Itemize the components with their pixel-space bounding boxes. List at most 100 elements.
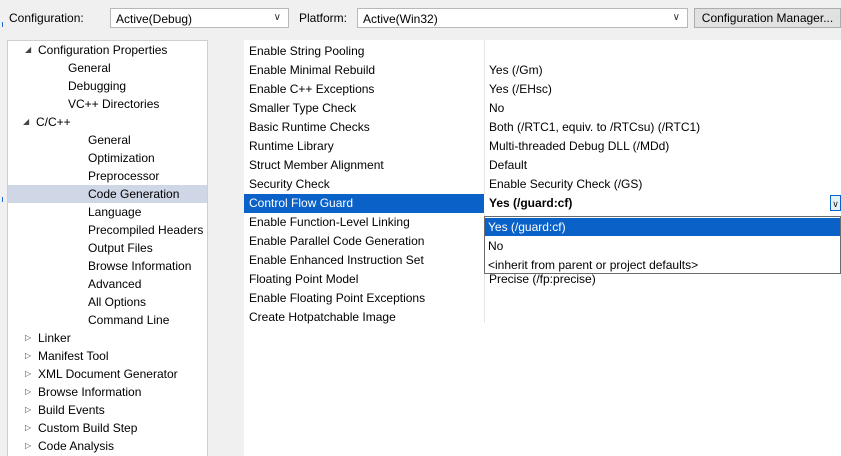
configuration-label: Configuration: xyxy=(9,11,84,25)
tree-item[interactable]: Output Files xyxy=(8,239,207,257)
platform-combo[interactable]: Active(Win32) ∨ xyxy=(357,8,688,28)
property-row[interactable]: Smaller Type Check No xyxy=(244,99,841,118)
property-value: Yes (/guard:cf) xyxy=(489,196,573,210)
chevron-down-icon[interactable]: ∨ xyxy=(830,195,841,211)
tree-item[interactable]: Code Generation xyxy=(8,185,207,203)
dropdown-option[interactable]: <inherit from parent or project defaults… xyxy=(485,256,840,274)
dropdown-option[interactable]: Yes (/guard:cf) xyxy=(485,218,840,236)
platform-value: Active(Win32) xyxy=(363,12,438,26)
property-name: Struct Member Alignment xyxy=(249,158,384,172)
property-row[interactable]: Basic Runtime Checks Both (/RTC1, equiv. … xyxy=(244,118,841,137)
dropdown-option[interactable]: No xyxy=(485,237,840,255)
triangle-right-icon[interactable]: ▷ xyxy=(25,383,31,401)
property-row[interactable]: Struct Member Alignment Default xyxy=(244,156,841,175)
tree-item[interactable]: ◢ Configuration Properties xyxy=(8,41,207,59)
tree-item[interactable]: Optimization xyxy=(8,149,207,167)
tree-item[interactable]: Command Line xyxy=(8,311,207,329)
chevron-down-icon: ∨ xyxy=(672,12,680,23)
tree-item-label: C/C++ xyxy=(36,115,71,129)
property-row[interactable]: Enable Minimal Rebuild Yes (/Gm) xyxy=(244,61,841,80)
tree-item[interactable]: Language xyxy=(8,203,207,221)
triangle-right-icon[interactable]: ▷ xyxy=(25,437,31,455)
edge-marker xyxy=(2,197,3,202)
property-row[interactable]: Control Flow Guard Yes (/guard:cf) ∨ xyxy=(244,194,841,213)
tree-item[interactable]: VC++ Directories xyxy=(8,95,207,113)
tree-item[interactable]: Browse Information xyxy=(8,257,207,275)
tree-item-label: Browse Information xyxy=(88,259,192,273)
property-name: Enable Function-Level Linking xyxy=(249,215,410,229)
property-row[interactable]: Enable String Pooling xyxy=(244,42,841,61)
tree-item[interactable]: ▷ XML Document Generator xyxy=(8,365,207,383)
tree-item[interactable]: Precompiled Headers xyxy=(8,221,207,239)
tree-item[interactable]: All Options xyxy=(8,293,207,311)
property-value-combo[interactable]: Yes (/guard:cf) ∨ xyxy=(484,194,841,213)
configuration-toolbar: Configuration: Active(Debug) ∨ Platform:… xyxy=(0,0,841,36)
property-name: Enable Minimal Rebuild xyxy=(249,63,376,77)
triangle-right-icon[interactable]: ▷ xyxy=(25,419,31,437)
tree-item[interactable]: ▷ Custom Build Step xyxy=(8,419,207,437)
property-row[interactable]: Security Check Enable Security Check (/GS… xyxy=(244,175,841,194)
triangle-right-icon[interactable]: ▷ xyxy=(25,329,31,347)
control-flow-guard-dropdown: Yes (/guard:cf) No <inherit from parent or… xyxy=(484,216,841,274)
tree-item[interactable]: ▷ Linker xyxy=(8,329,207,347)
tree-item-label: Manifest Tool xyxy=(38,349,109,363)
tree-item-label: Code Generation xyxy=(88,187,180,201)
property-value: Multi-threaded Debug DLL (/MDd) xyxy=(489,139,670,153)
triangle-down-icon[interactable]: ◢ xyxy=(25,41,31,59)
property-name: Enable C++ Exceptions xyxy=(249,82,375,96)
property-name: Enable Floating Point Exceptions xyxy=(249,291,426,305)
property-pages-tree: ◢ Configuration Properties General Debuggin… xyxy=(7,40,208,456)
tree-item-label: Build Events xyxy=(38,403,105,417)
property-value: No xyxy=(489,101,505,115)
tree-item-label: Output Files xyxy=(88,241,153,255)
tree-item-label: Code Analysis xyxy=(38,439,115,453)
property-row[interactable]: Runtime Library Multi-threaded Debug DLL … xyxy=(244,137,841,156)
property-name: Control Flow Guard xyxy=(249,196,354,210)
tree-item-label: General xyxy=(68,61,111,75)
tree-item-label: Advanced xyxy=(88,277,142,291)
triangle-right-icon[interactable]: ▷ xyxy=(25,347,31,365)
tree-item[interactable]: Advanced xyxy=(8,275,207,293)
configuration-combo[interactable]: Active(Debug) ∨ xyxy=(110,8,289,28)
triangle-right-icon[interactable]: ▷ xyxy=(25,365,31,383)
tree-item[interactable]: Preprocessor xyxy=(8,167,207,185)
tree-item-label: Preprocessor xyxy=(88,169,160,183)
tree-item-label: Language xyxy=(88,205,142,219)
configuration-manager-button[interactable]: Configuration Manager... xyxy=(694,8,841,28)
tree-item-label: XML Document Generator xyxy=(38,367,178,381)
tree-item-label: General xyxy=(88,133,131,147)
tree-item-label: All Options xyxy=(88,295,147,309)
tree-item-label: Browse Information xyxy=(38,385,142,399)
tree-item-label: Custom Build Step xyxy=(38,421,138,435)
triangle-right-icon[interactable]: ▷ xyxy=(25,401,31,419)
configuration-value: Active(Debug) xyxy=(116,12,193,26)
property-name: Enable String Pooling xyxy=(249,44,365,58)
tree-item-label: Configuration Properties xyxy=(38,43,168,57)
window-left-edge xyxy=(0,0,4,456)
property-name: Floating Point Model xyxy=(249,272,359,286)
property-name: Enable Parallel Code Generation xyxy=(249,234,425,248)
tree-item[interactable]: ▷ Manifest Tool xyxy=(8,347,207,365)
tree-item[interactable]: ◢ C/C++ xyxy=(8,113,207,131)
tree-item[interactable]: ▷ Code Analysis xyxy=(8,437,207,455)
property-row[interactable]: Enable C++ Exceptions Yes (/EHsc) xyxy=(244,80,841,99)
tree-item[interactable]: ▷ Build Events xyxy=(8,401,207,419)
property-value: Yes (/Gm) xyxy=(489,63,543,77)
tree-item-label: Linker xyxy=(38,331,71,345)
property-value: Yes (/EHsc) xyxy=(489,82,552,96)
chevron-down-icon: ∨ xyxy=(273,12,281,23)
property-row[interactable]: Enable Floating Point Exceptions xyxy=(244,289,841,308)
tree-item-label: VC++ Directories xyxy=(68,97,160,111)
tree-item-label: Debugging xyxy=(68,79,127,93)
platform-label: Platform: xyxy=(299,11,348,25)
property-row[interactable]: Create Hotpatchable Image xyxy=(244,308,841,327)
property-name: Basic Runtime Checks xyxy=(249,120,370,134)
tree-item[interactable]: ▷ Browse Information xyxy=(8,383,207,401)
tree-item[interactable]: Debugging xyxy=(8,77,207,95)
property-name: Enable Enhanced Instruction Set xyxy=(249,253,424,267)
tree-item-label: Precompiled Headers xyxy=(88,223,204,237)
tree-item[interactable]: General xyxy=(8,59,207,77)
triangle-down-icon[interactable]: ◢ xyxy=(23,113,29,131)
tree-item[interactable]: General xyxy=(8,131,207,149)
property-name: Create Hotpatchable Image xyxy=(249,310,396,324)
